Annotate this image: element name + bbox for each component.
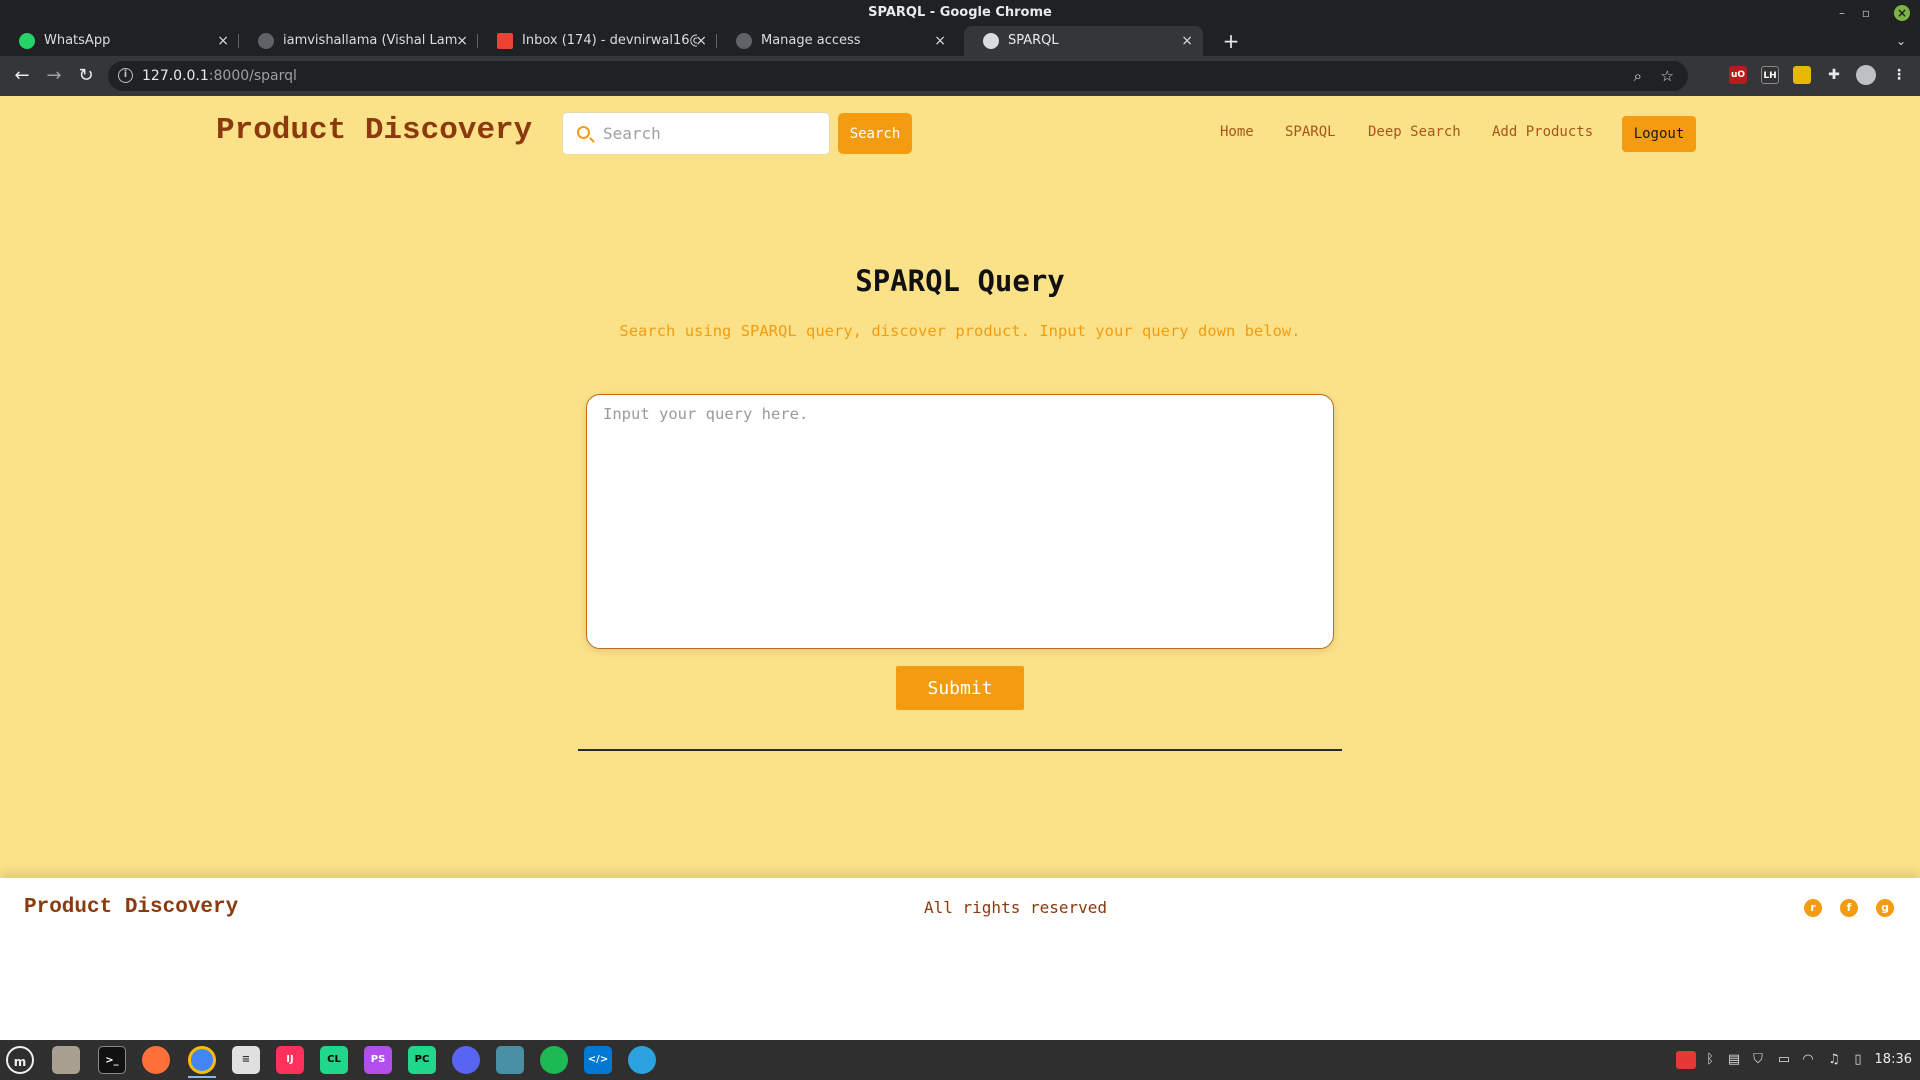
tab-title: WhatsApp	[44, 33, 111, 48]
lh-extension-icon[interactable]: LH	[1761, 66, 1779, 84]
os-taskbar: m >_ ≡ IJ CL PS PC </> ᛒ ▤ ⛉ ▭ ◠ ♫ ▯ 18:…	[0, 1040, 1920, 1080]
gmail-icon	[497, 33, 513, 49]
github-icon	[736, 33, 752, 49]
more-menu-icon[interactable]: ⋮	[1890, 66, 1908, 84]
reddit-icon[interactable]: r	[1804, 899, 1822, 917]
url-path: :8000/sparql	[208, 68, 297, 84]
discord-icon[interactable]	[452, 1046, 480, 1074]
tab-gmail[interactable]: Inbox (174) - devnirwal16@gm ×	[478, 26, 717, 56]
page-subtitle: Search using SPARQL query, discover prod…	[619, 322, 1301, 340]
facebook-icon[interactable]: f	[1840, 899, 1858, 917]
ublock-extension-icon[interactable]: uO	[1729, 66, 1747, 84]
clock[interactable]: 18:36	[1875, 1040, 1912, 1080]
anydesk-tray-icon[interactable]	[1676, 1051, 1696, 1069]
search-input[interactable]	[603, 113, 823, 154]
window-titlebar: SPARQL - Google Chrome – ▫ ×	[0, 0, 1920, 26]
tab-whatsapp[interactable]: WhatsApp ×	[0, 26, 239, 56]
tab-github-profile[interactable]: iamvishallama (Vishal Lama) ×	[239, 26, 478, 56]
mint-menu-icon[interactable]: m	[6, 1046, 34, 1074]
screenshot-icon[interactable]	[496, 1046, 524, 1074]
profile-avatar-icon[interactable]	[1856, 65, 1876, 85]
pycharm-icon[interactable]: PC	[408, 1046, 436, 1074]
tab-title: Manage access	[761, 33, 861, 48]
footer: Product Discovery All rights reserved r …	[0, 878, 1920, 1040]
github-icon	[258, 33, 274, 49]
close-tab-icon[interactable]: ×	[217, 26, 229, 56]
close-tab-icon[interactable]: ×	[695, 26, 707, 56]
logout-button[interactable]: Logout	[1622, 116, 1696, 152]
text-editor-icon[interactable]: ≡	[232, 1046, 260, 1074]
address-bar[interactable]: i 127.0.0.1:8000/sparql ⌕ ☆	[108, 61, 1688, 91]
minimize-icon[interactable]: –	[1834, 5, 1850, 21]
new-tab-icon[interactable]: +	[1216, 26, 1246, 56]
close-tab-icon[interactable]: ×	[1181, 26, 1193, 56]
terminal-icon[interactable]: >_	[98, 1046, 126, 1074]
url-host: 127.0.0.1	[142, 68, 209, 84]
tab-manage-access[interactable]: Manage access ×	[717, 26, 956, 56]
back-arrow-icon[interactable]: ←	[8, 62, 36, 90]
nav-add-products[interactable]: Add Products	[1492, 124, 1593, 140]
search-box	[562, 112, 830, 155]
tab-title: iamvishallama (Vishal Lama)	[283, 33, 458, 48]
forward-arrow-icon[interactable]: →	[40, 62, 68, 90]
nav-home[interactable]: Home	[1220, 124, 1254, 140]
footer-logo[interactable]: Product Discovery	[24, 896, 238, 919]
query-textarea[interactable]	[586, 394, 1334, 649]
tab-strip: WhatsApp × iamvishallama (Vishal Lama) ×…	[0, 26, 1920, 56]
globe-icon	[983, 33, 999, 49]
files-icon[interactable]	[52, 1046, 80, 1074]
footer-rights-text: All rights reserved	[924, 898, 1108, 917]
page-title: SPARQL Query	[855, 264, 1065, 298]
close-window-icon[interactable]: ×	[1894, 5, 1910, 21]
reload-icon[interactable]: ↻	[72, 62, 100, 90]
search-icon	[577, 126, 590, 139]
nav-sparql[interactable]: SPARQL	[1285, 124, 1336, 140]
telegram-icon[interactable]	[628, 1046, 656, 1074]
browser-toolbar: ← → ↻ i 127.0.0.1:8000/sparql ⌕ ☆ uO LH …	[0, 56, 1920, 96]
firefox-icon[interactable]	[142, 1046, 170, 1074]
vscode-icon[interactable]: </>	[584, 1046, 612, 1074]
github-icon[interactable]: g	[1876, 899, 1894, 917]
phpstorm-icon[interactable]: PS	[364, 1046, 392, 1074]
bookmark-star-icon[interactable]: ☆	[1661, 61, 1674, 91]
nav-deep-search[interactable]: Deep Search	[1368, 124, 1461, 140]
zoom-icon[interactable]: ⌕	[1634, 61, 1642, 91]
tab-search-chevron-icon[interactable]: ⌄	[1896, 26, 1906, 56]
shield-icon[interactable]: ⛉	[1750, 1051, 1766, 1069]
clion-icon[interactable]: CL	[320, 1046, 348, 1074]
whatsapp-icon	[19, 33, 35, 49]
close-tab-icon[interactable]: ×	[456, 26, 468, 56]
close-tab-icon[interactable]: ×	[934, 26, 946, 56]
keyboard-icon[interactable]: ▭	[1776, 1051, 1792, 1069]
submit-button[interactable]: Submit	[896, 666, 1024, 710]
maximize-icon[interactable]: ▫	[1858, 5, 1874, 21]
battery-icon[interactable]: ▯	[1850, 1051, 1866, 1069]
wifi-icon[interactable]: ◠	[1800, 1051, 1816, 1069]
search-button[interactable]: Search	[838, 113, 912, 154]
url-text[interactable]: 127.0.0.1:8000/sparql	[142, 61, 297, 91]
active-app-indicator	[188, 1076, 216, 1078]
spotify-icon[interactable]	[540, 1046, 568, 1074]
tab-title: SPARQL	[1008, 33, 1059, 48]
site-info-icon[interactable]: i	[118, 68, 133, 83]
music-icon[interactable]: ♫	[1826, 1051, 1842, 1069]
chrome-icon[interactable]	[188, 1046, 216, 1074]
tab-title: Inbox (174) - devnirwal16@gm	[522, 33, 697, 48]
bluetooth-icon[interactable]: ᛒ	[1702, 1051, 1718, 1069]
content-divider	[578, 749, 1342, 751]
window-title: SPARQL - Google Chrome	[868, 5, 1052, 20]
site-logo[interactable]: Product Discovery	[216, 113, 532, 148]
clipboard-icon[interactable]: ▤	[1726, 1051, 1742, 1069]
notes-extension-icon[interactable]	[1793, 66, 1811, 84]
extensions-puzzle-icon[interactable]: ✚	[1825, 66, 1843, 84]
intellij-icon[interactable]: IJ	[276, 1046, 304, 1074]
tab-sparql[interactable]: SPARQL ×	[964, 26, 1203, 56]
